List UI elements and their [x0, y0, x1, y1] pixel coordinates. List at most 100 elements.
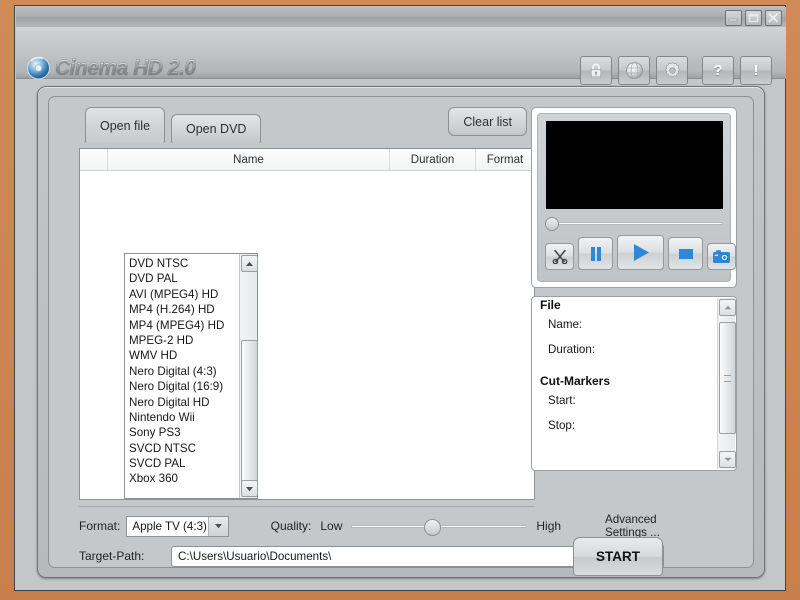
format-combobox-value: Apple TV (4:3) — [127, 520, 207, 533]
pause-button[interactable] — [578, 237, 613, 270]
quality-control: Quality: Low High — [271, 519, 561, 533]
format-option[interactable]: MP4 (MPEG4) HD — [129, 318, 239, 333]
settings-divider — [79, 506, 535, 507]
format-option[interactable]: SVCD PAL — [129, 456, 239, 471]
lock-icon — [588, 62, 604, 79]
play-button[interactable] — [617, 235, 664, 270]
tab-open-dvd-label: Open DVD — [186, 122, 246, 136]
preview-panel — [531, 107, 737, 288]
info-file-heading: File — [540, 298, 717, 312]
format-option[interactable]: DVD NTSC — [129, 256, 239, 271]
tab-strip: Open file Open DVD Clear list — [71, 107, 543, 143]
minimize-button[interactable] — [725, 10, 742, 26]
format-option[interactable]: MP4 (H.264) HD — [129, 302, 239, 317]
format-option[interactable]: Sony PS3 — [129, 425, 239, 440]
file-list-header: Name Duration Format — [80, 149, 534, 171]
info-panel: File Name: Duration: Cut-Markers Start: … — [531, 296, 737, 471]
format-option[interactable]: AVI (MPEG4) HD — [129, 287, 239, 302]
tab-open-dvd[interactable]: Open DVD — [171, 114, 261, 143]
format-option[interactable]: Nero Digital HD — [129, 395, 239, 410]
right-column: File Name: Duration: Cut-Markers Start: … — [531, 107, 743, 559]
scroll-up-icon[interactable] — [241, 255, 258, 272]
target-path-label: Target-Path: — [79, 549, 165, 563]
globe-icon — [625, 61, 644, 80]
chevron-down-icon[interactable] — [208, 517, 228, 536]
info-panel-content: File Name: Duration: Cut-Markers Start: … — [532, 297, 717, 444]
help-button-label: ? — [713, 62, 722, 79]
desktop-background: Cinema HD 2.0 — [0, 0, 800, 600]
help-button[interactable]: ? — [702, 56, 734, 85]
info-scroll-down-icon[interactable] — [719, 451, 736, 468]
info-scroll-up-icon[interactable] — [719, 299, 736, 316]
snapshot-button[interactable] — [707, 243, 736, 270]
main-panel: Open file Open DVD Clear list Name — [37, 86, 765, 578]
gear-icon — [663, 61, 682, 80]
app-logo: Cinema HD 2.0 — [26, 55, 196, 81]
playback-slider-thumb[interactable] — [545, 217, 559, 231]
playback-controls — [545, 235, 736, 270]
quality-slider[interactable] — [351, 519, 527, 533]
pause-icon — [589, 246, 603, 262]
format-dropdown-scrollbar[interactable] — [239, 254, 257, 498]
format-option[interactable]: Xbox 360 — [129, 471, 239, 486]
close-button[interactable] — [765, 10, 782, 26]
format-option-list[interactable]: DVD NTSC DVD PAL AVI (MPEG4) HD MP4 (H.2… — [125, 254, 239, 498]
format-label: Format: — [79, 519, 120, 533]
tab-open-file-label: Open file — [100, 119, 150, 133]
info-name-label: Name: — [548, 318, 717, 331]
lock-button[interactable] — [580, 56, 612, 85]
info-button[interactable]: ! — [740, 56, 772, 85]
play-icon — [631, 243, 651, 262]
format-option[interactable]: Nero Digital (4:3) — [129, 364, 239, 379]
column-header-blank[interactable] — [80, 149, 108, 170]
clear-list-button[interactable]: Clear list — [448, 107, 527, 136]
quality-slider-thumb[interactable] — [424, 519, 441, 536]
playback-slider-track — [553, 222, 723, 225]
header-band: Cinema HD 2.0 — [16, 27, 786, 79]
window-controls — [725, 10, 782, 26]
column-header-name[interactable]: Name — [108, 149, 390, 170]
info-stop-label: Stop: — [548, 419, 717, 432]
title-bar — [16, 7, 786, 28]
main-panel-inner: Open file Open DVD Clear list Name — [48, 96, 754, 568]
header-toolbar: ? ! — [580, 56, 772, 85]
playback-position-slider[interactable] — [545, 217, 724, 229]
format-option[interactable]: SVCD NTSC — [129, 441, 239, 456]
maximize-button[interactable] — [745, 10, 762, 26]
tab-open-file[interactable]: Open file — [85, 107, 165, 143]
video-screen[interactable] — [546, 121, 723, 209]
info-panel-scrollbar[interactable] — [717, 298, 735, 469]
preview-panel-inner — [537, 113, 731, 282]
scroll-down-icon[interactable] — [241, 480, 258, 497]
target-path-value: C:\Users\Usuario\Documents\ — [172, 550, 331, 563]
info-start-label: Start: — [548, 394, 717, 407]
scrollbar-grip — [724, 375, 731, 382]
settings-button[interactable] — [656, 56, 688, 85]
quality-low-label: Low — [320, 519, 342, 533]
clear-list-label: Clear list — [463, 115, 512, 129]
left-column: Open file Open DVD Clear list Name — [71, 107, 543, 559]
application-window: Cinema HD 2.0 — [14, 5, 786, 591]
format-dropdown-popup[interactable]: DVD NTSC DVD PAL AVI (MPEG4) HD MP4 (H.2… — [124, 253, 258, 499]
format-option[interactable]: Nero Digital (16:9) — [129, 379, 239, 394]
globe-button[interactable] — [618, 56, 650, 85]
stop-button[interactable] — [668, 237, 703, 270]
info-button-label: ! — [754, 62, 759, 79]
format-combobox[interactable]: Apple TV (4:3) — [126, 516, 228, 537]
cut-button[interactable] — [545, 243, 574, 270]
quality-label: Quality: — [271, 519, 312, 533]
format-option[interactable]: WMV HD — [129, 348, 239, 363]
format-option[interactable]: DVD PAL — [129, 271, 239, 286]
format-option[interactable]: MPEG-2 HD — [129, 333, 239, 348]
snapshot-icon — [712, 249, 731, 264]
disc-icon — [26, 55, 52, 81]
column-header-format[interactable]: Format — [476, 149, 534, 170]
format-option[interactable]: Nintendo Wii — [129, 410, 239, 425]
stop-icon — [678, 247, 694, 261]
scrollbar-thumb[interactable] — [241, 340, 258, 487]
info-cut-markers-heading: Cut-Markers — [540, 374, 717, 388]
info-duration-label: Duration: — [548, 343, 717, 356]
info-scrollbar-thumb[interactable] — [719, 322, 736, 434]
column-header-duration[interactable]: Duration — [390, 149, 476, 170]
cut-icon — [552, 249, 568, 264]
